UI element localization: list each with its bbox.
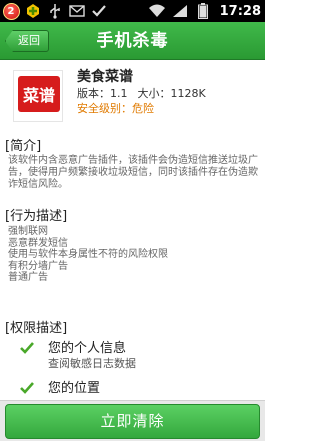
signal-icon — [171, 2, 189, 20]
app-meta: 版本：1.1 大小：1128K — [77, 85, 206, 101]
app-icon: 菜谱 — [13, 70, 63, 122]
battery-icon — [194, 2, 212, 20]
title-bar: 手机杀毒 返回 — [0, 22, 265, 60]
list-item: 有积分墙广告 — [8, 260, 68, 272]
usb-icon — [46, 2, 64, 20]
status-bar: 2 17:28 — [0, 0, 265, 22]
checkmark-icon — [20, 382, 34, 394]
back-button[interactable]: 返回 — [5, 30, 49, 52]
clean-now-button[interactable]: 立即清除 — [5, 404, 260, 439]
notification-badge-icon: 2 — [2, 2, 20, 20]
list-item: 使用与软件本身属性不符的风险权限 — [8, 249, 168, 260]
check-icon — [90, 2, 108, 20]
intro-text: 该软件内含恶意广告插件，该插件会伪造短信推送垃圾广告，使得用户频繁接收垃圾短信，… — [8, 155, 258, 190]
behavior-heading: [行为描述] — [5, 209, 68, 224]
permissions-heading: [权限描述] — [5, 321, 68, 336]
list-item: 恶意群发短信 — [8, 237, 68, 249]
list-item: 普通广告 — [8, 272, 48, 283]
permission-title: 您的位置 — [48, 381, 101, 396]
app-safety-level: 安全级别：危险 — [77, 102, 154, 115]
permission-desc: 查阅敏感日志数据 — [48, 357, 136, 370]
app-version: 版本：1.1 — [77, 87, 128, 100]
app-icon-text: 菜谱 — [18, 76, 60, 112]
notification-count: 2 — [2, 2, 20, 20]
app-size: 大小：1128K — [137, 87, 206, 100]
app-name: 美食菜谱 — [77, 69, 133, 85]
game-pad-icon — [24, 2, 42, 20]
list-item: 强制联网 — [8, 226, 48, 237]
intro-heading: [简介] — [5, 139, 42, 154]
mail-icon — [68, 2, 86, 20]
permission-title: 您的个人信息 — [48, 341, 127, 356]
status-time: 17:28 — [219, 3, 261, 19]
bottom-bar: 立即清除 — [0, 400, 265, 441]
wifi-icon — [148, 2, 166, 20]
behavior-list: 强制联网 恶意群发短信 使用与软件本身属性不符的风险权限 有积分墙广告 普通广告 — [8, 226, 168, 284]
checkmark-icon — [20, 342, 34, 354]
